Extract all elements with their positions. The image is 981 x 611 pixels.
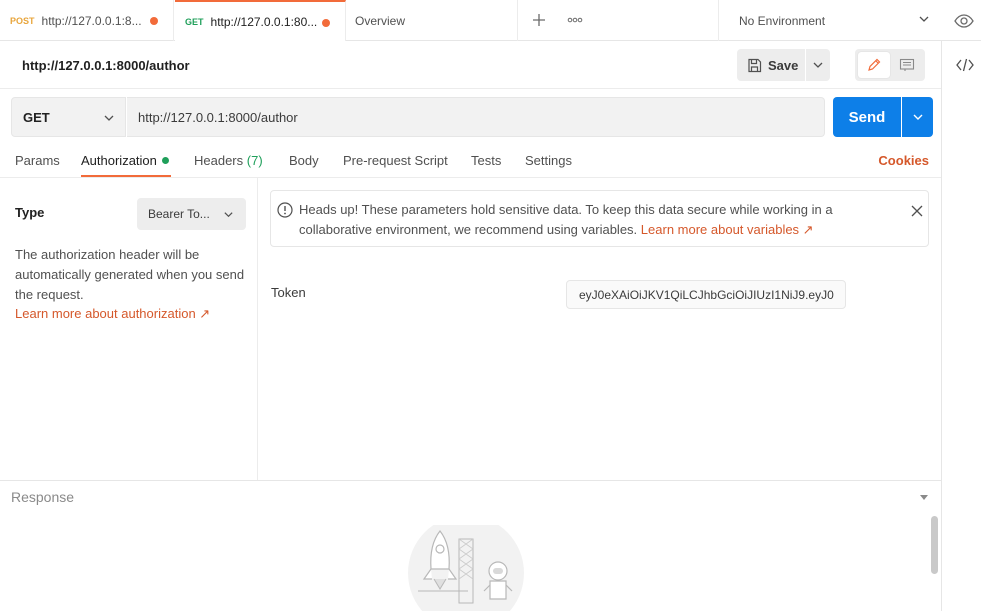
url-input[interactable]: http://127.0.0.1:8000/author <box>127 97 825 137</box>
right-sidebar <box>941 41 981 611</box>
tab-label: Overview <box>355 13 406 28</box>
tab-params[interactable]: Params <box>15 153 60 168</box>
close-icon[interactable] <box>910 204 924 218</box>
response-pane: Response <box>0 480 941 611</box>
tab-authorization-label: Authorization <box>81 153 157 168</box>
environment-label: No Environment <box>739 13 826 28</box>
response-title: Response <box>11 489 75 505</box>
auth-type-value: Bearer To... <box>148 207 210 221</box>
caret-down-icon[interactable] <box>919 494 929 501</box>
new-tab-plus-icon[interactable] <box>529 10 549 30</box>
save-button[interactable]: Save <box>737 49 805 81</box>
request-subtabs: Params Authorization Headers (7) Body Pr… <box>0 145 941 178</box>
notice-text: Heads up! These parameters hold sensitiv… <box>299 200 909 240</box>
chevron-down-icon <box>913 114 922 120</box>
postman-app: POST http://127.0.0.1:8... GET http://12… <box>0 0 981 611</box>
send-options-button[interactable] <box>902 97 933 137</box>
tab-overview[interactable]: Overview <box>346 0 518 41</box>
auth-description: The authorization header will be automat… <box>15 247 245 302</box>
request-header: http://127.0.0.1:8000/author Save <box>0 41 941 89</box>
unsaved-dot <box>150 17 158 25</box>
tab-label: http://127.0.0.1:80... <box>210 14 318 29</box>
chevron-down-icon <box>919 16 929 22</box>
request-tab-post[interactable]: POST http://127.0.0.1:8... <box>0 0 174 41</box>
view-mode-toggle <box>855 49 925 81</box>
tab-headers[interactable]: Headers (7) <box>194 153 263 168</box>
tab-settings[interactable]: Settings <box>525 153 572 168</box>
tab-bar: POST http://127.0.0.1:8... GET http://12… <box>0 0 981 41</box>
request-title[interactable]: http://127.0.0.1:8000/author <box>22 58 190 73</box>
tab-tests[interactable]: Tests <box>471 153 501 168</box>
edit-mode-button[interactable] <box>858 52 890 78</box>
status-dot <box>161 157 169 164</box>
more-tabs-icon[interactable] <box>565 10 585 30</box>
auth-type-pane: Type Bearer To... The authorization head… <box>0 178 258 480</box>
sensitive-data-notice: Heads up! These parameters hold sensitiv… <box>270 190 929 247</box>
document-icon <box>899 58 915 71</box>
chevron-down-icon <box>104 115 114 121</box>
save-options-button[interactable] <box>806 49 830 81</box>
tab-prerequest-script[interactable]: Pre-request Script <box>343 153 448 168</box>
auth-type-label: Type <box>15 205 45 220</box>
response-scrollbar[interactable] <box>931 516 938 574</box>
cookies-link[interactable]: Cookies <box>878 153 929 168</box>
request-tab-get[interactable]: GET http://127.0.0.1:80... <box>175 0 346 41</box>
tab-authorization[interactable]: Authorization <box>81 153 169 168</box>
environment-select[interactable]: No Environment <box>718 0 942 41</box>
tab-headers-label: Headers <box>194 153 244 168</box>
info-icon <box>277 202 293 218</box>
learn-more-variables-link[interactable]: Learn more about variables ↗ <box>641 222 814 237</box>
token-input[interactable]: eyJ0eXAiOiJKV1QiLCJhbGciOiJIUzI1NiJ9.eyJ… <box>566 280 846 309</box>
auth-type-select[interactable]: Bearer To... <box>137 198 246 230</box>
chevron-down-icon <box>224 212 233 218</box>
eye-icon[interactable] <box>953 10 975 32</box>
method-value: GET <box>23 109 50 125</box>
rocket-astronaut-illustration <box>408 525 524 611</box>
send-button[interactable]: Send <box>833 97 901 137</box>
active-tab-indicator <box>81 175 171 177</box>
documentation-mode-button[interactable] <box>892 52 922 78</box>
tab-body[interactable]: Body <box>289 153 319 168</box>
save-icon <box>748 58 762 72</box>
chevron-down-icon <box>813 62 823 68</box>
tab-label: http://127.0.0.1:8... <box>41 13 142 28</box>
learn-more-authorization-link[interactable]: Learn more about authorization ↗ <box>15 306 210 322</box>
unsaved-dot <box>322 19 330 27</box>
code-icon[interactable] <box>956 58 974 72</box>
token-label: Token <box>271 285 306 300</box>
method-select[interactable]: GET <box>11 97 126 137</box>
tab-method-get: GET <box>185 16 204 27</box>
headers-count: (7) <box>246 153 263 168</box>
pencil-icon <box>868 58 881 71</box>
save-label: Save <box>768 57 799 73</box>
tab-method-post: POST <box>10 15 35 26</box>
